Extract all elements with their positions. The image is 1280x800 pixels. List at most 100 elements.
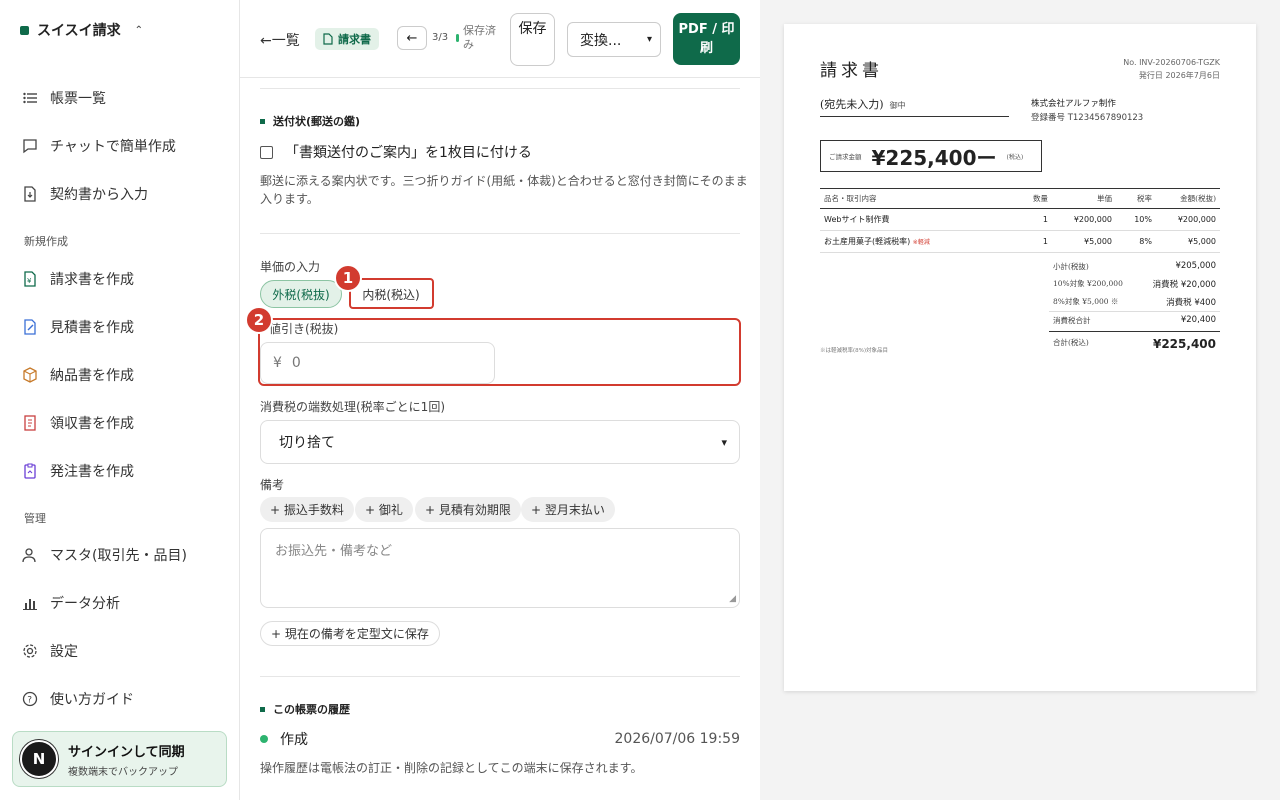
invoice-icon: ¥ (22, 271, 38, 287)
item-name: お土産用菓子(軽減税率) ※軽減 (820, 230, 1012, 253)
file-import-icon (22, 186, 38, 202)
back-to-list-link[interactable]: ←一覧 (260, 30, 300, 50)
sidebar-item-label: 発注書を作成 (50, 464, 134, 480)
item-amount: ¥200,000 (1156, 208, 1220, 231)
item-name-text: お土産用菓子(軽減税率) (824, 237, 911, 246)
chevron-down-icon: ▾ (721, 435, 727, 449)
preview-issued: 発行日 2026年7月6日 (1138, 71, 1220, 80)
sidebar-item-create-quote[interactable]: 見積書を作成 (22, 315, 134, 339)
save-status: 保存済み (456, 24, 496, 52)
editor-panel: ←一覧 請求書 ← 3/3 保存済み 保存 変換... ▾ PDF / 印刷 送… (240, 0, 760, 800)
app-name: スイスイ請求 (37, 23, 121, 39)
doc-type-chip: 請求書 (315, 28, 379, 50)
price-input-label: 単価の入力 (260, 260, 321, 274)
tax-excluded-toggle[interactable]: 外税(税抜) (260, 280, 342, 308)
sidebar-item-create-invoice[interactable]: ¥ 請求書を作成 (22, 267, 134, 291)
table-row: Webサイト制作費 1 ¥200,000 10% ¥200,000 (820, 208, 1220, 231)
sidebar-item-guide[interactable]: ? 使い方ガイド (22, 687, 134, 711)
box-icon (22, 367, 38, 383)
total-label: 合計(税込) (1053, 338, 1089, 347)
note-chip-quote-validity[interactable]: + 見積有効期限 (415, 497, 521, 522)
section-new: 新規作成 (24, 235, 68, 248)
history-entry: 作成 2026/07/06 19:59 (260, 729, 740, 749)
preview-recipient: (宛先未入力) 御中 (820, 96, 1009, 117)
section-title: この帳票の履歴 (273, 703, 350, 716)
notes-textarea[interactable]: お振込先・備考など ◢ (260, 528, 740, 608)
rounding-value: 切り捨て (279, 435, 335, 451)
item-name-text: Webサイト制作費 (824, 215, 890, 224)
app-switcher[interactable]: スイスイ請求 ⌃ (20, 20, 143, 40)
signin-sync-card[interactable]: N サインインして同期 複数端末でバックアップ (12, 731, 227, 787)
summary-value: ¥20,400 (1180, 315, 1216, 325)
summary-value: 消費税 ¥400 (1166, 298, 1216, 308)
note-chip-thanks[interactable]: + 御礼 (355, 497, 413, 522)
annotation-badge-2: 2 (245, 306, 273, 334)
prev-document-button[interactable]: ← (397, 26, 427, 50)
annotation-highlight-1 (349, 278, 434, 309)
convert-select[interactable]: 変換... ▾ (567, 22, 661, 57)
help-icon: ? (22, 691, 38, 707)
sidebar-item-create-order[interactable]: 発注書を作成 (22, 459, 134, 483)
amount-tax-note: (税込) (1006, 153, 1024, 161)
cover-letter-help: 郵送に添える案内状です。三つ折りガイド(用紙・体裁)と合わせると窓付き封筒にその… (260, 174, 748, 206)
save-note-template-button[interactable]: + 現在の備考を定型文に保存 (260, 621, 440, 646)
sidebar: スイスイ請求 ⌃ 帳票一覧 チャットで簡単作成 契約書から入力 新規作成 ¥ 請… (0, 0, 240, 800)
col-qty: 数量 (1012, 188, 1052, 209)
item-rate: 10% (1116, 208, 1156, 231)
sidebar-item-settings[interactable]: 設定 (22, 639, 78, 663)
save-status-label: 保存済み (463, 24, 496, 51)
sidebar-item-create-delivery[interactable]: 納品書を作成 (22, 363, 134, 387)
amount-label: ご請求金額 (829, 153, 862, 161)
sidebar-item-contract-import[interactable]: 契約書から入力 (22, 182, 148, 206)
history-section: この帳票の履歴 (260, 701, 350, 717)
sidebar-item-label: 納品書を作成 (50, 368, 134, 384)
item-rate: 8% (1116, 230, 1156, 253)
sidebar-item-analytics[interactable]: データ分析 (22, 591, 120, 615)
notes-placeholder: お振込先・備考など (275, 544, 393, 559)
sidebar-item-documents[interactable]: 帳票一覧 (22, 86, 106, 110)
cover-letter-label: 「書類送付のご案内」を1枚目に付ける (285, 145, 532, 161)
chat-icon (22, 138, 38, 154)
signin-text: サインインして同期 複数端末でバックアップ (68, 741, 185, 778)
summary-value: ¥205,000 (1175, 261, 1216, 271)
status-dot (456, 34, 459, 42)
sidebar-item-label: 領収書を作成 (50, 416, 134, 432)
sidebar-item-label: マスタ(取引先・品目) (50, 548, 187, 564)
col-rate: 税率 (1116, 188, 1156, 209)
item-price: ¥5,000 (1052, 230, 1116, 253)
note-chip-payment-terms[interactable]: + 翌月末払い (521, 497, 615, 522)
sidebar-item-label: データ分析 (50, 596, 120, 612)
preview-amount-box: ご請求金額 ¥225,400ー (税込) (820, 140, 1042, 172)
invoice-icon (323, 33, 333, 45)
recipient-name: (宛先未入力) (820, 98, 884, 111)
list-icon (22, 90, 38, 106)
svg-text:?: ? (27, 696, 32, 706)
summary-label: 消費税合計 (1053, 316, 1091, 325)
summary-row: 10%対象 ¥200,000 消費税 ¥20,000 (1049, 275, 1220, 293)
preview-issuer: 株式会社アルファ制作 登録番号 T1234567890123 (1031, 97, 1143, 125)
amount-value: ¥225,400ー (871, 145, 997, 170)
cover-letter-option[interactable]: 「書類送付のご案内」を1枚目に付ける (260, 142, 532, 162)
cover-letter-checkbox[interactable] (260, 145, 273, 159)
sidebar-item-chat[interactable]: チャットで簡単作成 (22, 134, 176, 158)
pdf-print-button[interactable]: PDF / 印刷 (673, 13, 740, 65)
divider (260, 676, 740, 677)
save-button[interactable]: 保存 (510, 13, 555, 66)
resize-handle-icon[interactable]: ◢ (729, 594, 736, 604)
order-icon (22, 463, 38, 479)
section-marker (260, 118, 265, 124)
registration-number: 登録番号 T1234567890123 (1031, 113, 1144, 123)
item-name: Webサイト制作費 (820, 208, 1012, 231)
total-value: ¥225,400 (1152, 337, 1216, 351)
rounding-select[interactable]: 切り捨て ▾ (260, 420, 740, 464)
note-chip-transfer-fee[interactable]: + 振込手数料 (260, 497, 354, 522)
sidebar-item-label: チャットで簡単作成 (50, 139, 176, 155)
preview-number: No. INV-20260706-TGZK (1123, 58, 1220, 67)
sidebar-item-create-receipt[interactable]: 領収書を作成 (22, 411, 134, 435)
col-amount: 金額(税抜) (1156, 188, 1220, 209)
cover-letter-section: 送付状(郵送の鑑) (260, 113, 360, 129)
divider (260, 233, 740, 234)
chevron-down-icon: ▾ (646, 34, 652, 45)
divider (260, 88, 740, 89)
sidebar-item-master[interactable]: マスタ(取引先・品目) (22, 543, 187, 567)
